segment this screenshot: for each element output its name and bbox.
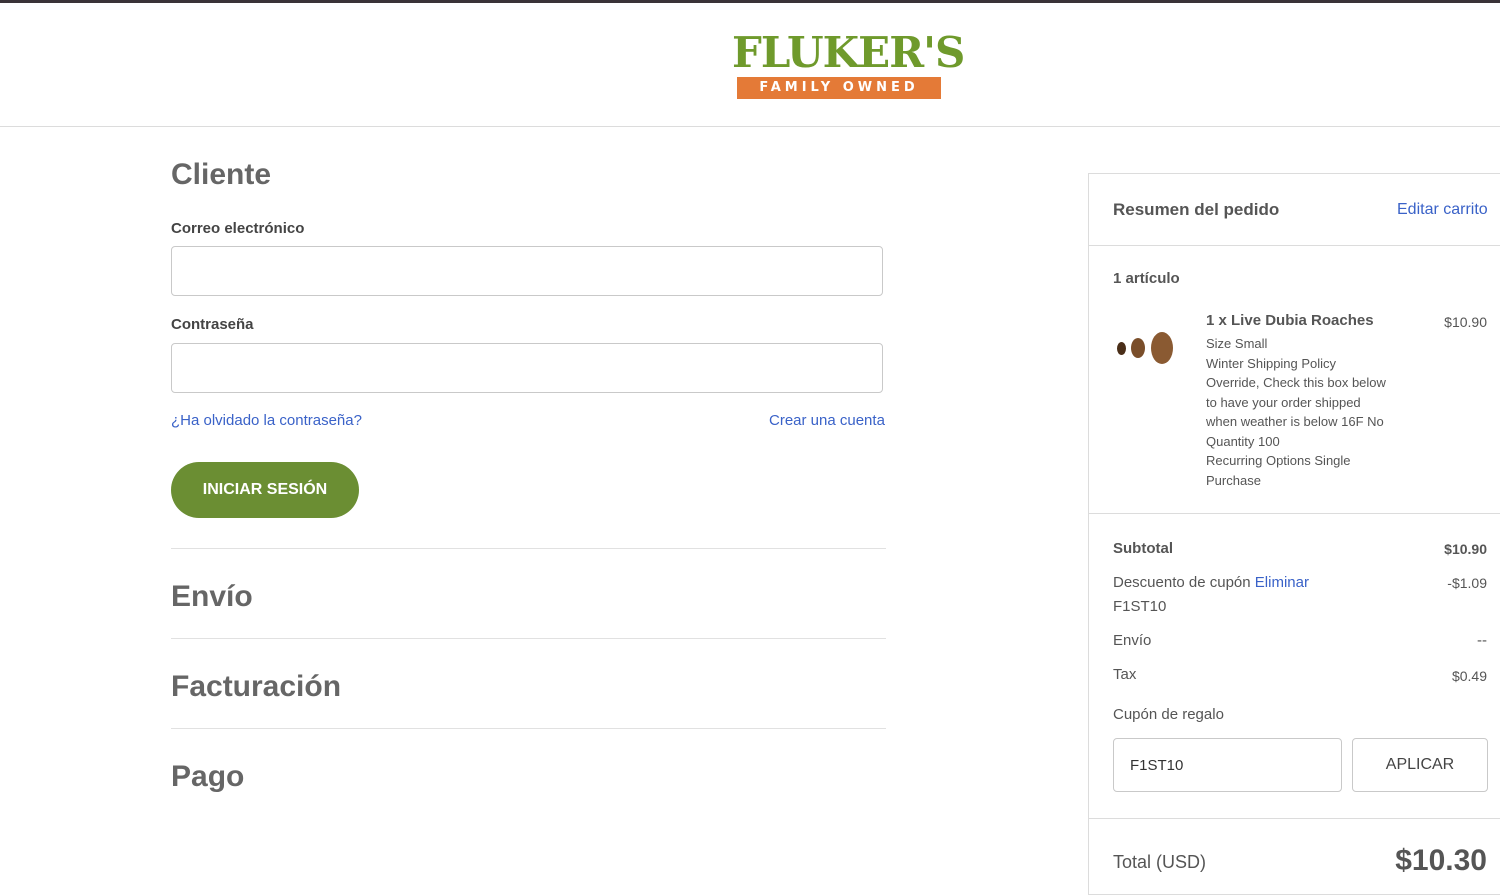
subtotal-value: $10.90 (1444, 541, 1487, 557)
tax-label: Tax (1113, 666, 1137, 683)
password-field[interactable] (171, 343, 883, 393)
coupon-discount-value: -$1.09 (1447, 575, 1487, 591)
roach-image-small (1117, 342, 1126, 355)
product-option: Override, Check this box below (1206, 375, 1386, 390)
flukers-logo[interactable]: FLUKER'S FAMILY OWNED (732, 28, 965, 103)
subtotal-label: Subtotal (1113, 540, 1173, 557)
page-header: FLUKER'S FAMILY OWNED (0, 3, 1500, 127)
divider (171, 548, 886, 549)
edit-cart-link[interactable]: Editar carrito (1397, 201, 1488, 219)
apply-coupon-button[interactable]: APLICAR (1352, 738, 1488, 792)
total-value: $10.30 (1395, 844, 1487, 877)
roach-image-large (1151, 332, 1173, 364)
remove-coupon-link[interactable]: Eliminar (1255, 574, 1309, 591)
gift-coupon-label: Cupón de regalo (1113, 706, 1224, 723)
logo-tagline-ribbon: FAMILY OWNED (737, 77, 941, 99)
product-option: Winter Shipping Policy (1206, 355, 1337, 371)
create-account-link[interactable]: Crear una cuenta (769, 412, 885, 429)
product-name: 1 x Live Dubia Roaches (1206, 312, 1374, 329)
product-option: Recurring Options Single (1206, 453, 1351, 468)
coupon-discount-row: Descuento de cupón Eliminar (1113, 574, 1309, 591)
email-field[interactable] (171, 246, 883, 296)
payment-step-title: Pago (171, 760, 245, 793)
coupon-code: F1ST10 (1113, 598, 1167, 615)
coupon-discount-label: Descuento de cupón (1113, 574, 1251, 591)
product-option: to have your order shipped (1206, 394, 1361, 410)
product-option: Quantity 100 (1206, 433, 1280, 449)
login-button[interactable]: INICIAR SESIÓN (171, 462, 359, 518)
order-summary-title: Resumen del pedido (1113, 200, 1280, 219)
password-label: Contraseña (171, 316, 254, 333)
email-label: Correo electrónico (171, 220, 305, 237)
divider (171, 638, 886, 639)
summary-divider (1089, 245, 1500, 246)
gift-coupon-input[interactable] (1113, 738, 1342, 792)
item-count: 1 artículo (1113, 270, 1180, 287)
divider (171, 728, 886, 729)
logo-wordmark: FLUKER'S (732, 28, 965, 77)
shipping-value: -- (1477, 632, 1487, 649)
summary-divider (1089, 513, 1500, 514)
product-price: $10.90 (1444, 314, 1487, 330)
forgot-password-link[interactable]: ¿Ha olvidado la contraseña? (171, 412, 362, 429)
billing-step-title: Facturación (171, 670, 342, 703)
summary-divider (1089, 818, 1500, 819)
shipping-step-title: Envío (171, 580, 253, 613)
total-label: Total (USD) (1113, 852, 1207, 872)
roach-image-medium (1131, 338, 1145, 358)
product-thumbnail[interactable] (1115, 332, 1181, 372)
tax-value: $0.49 (1451, 668, 1487, 684)
order-summary-panel: Resumen del pedido Editar carrito 1 artí… (1088, 173, 1500, 895)
shipping-label: Envío (1113, 632, 1152, 649)
product-option: Purchase (1206, 472, 1261, 488)
customer-section-title: Cliente (171, 158, 272, 191)
product-option: Size Small (1206, 336, 1268, 351)
product-option: when weather is below 16F No (1206, 414, 1384, 429)
